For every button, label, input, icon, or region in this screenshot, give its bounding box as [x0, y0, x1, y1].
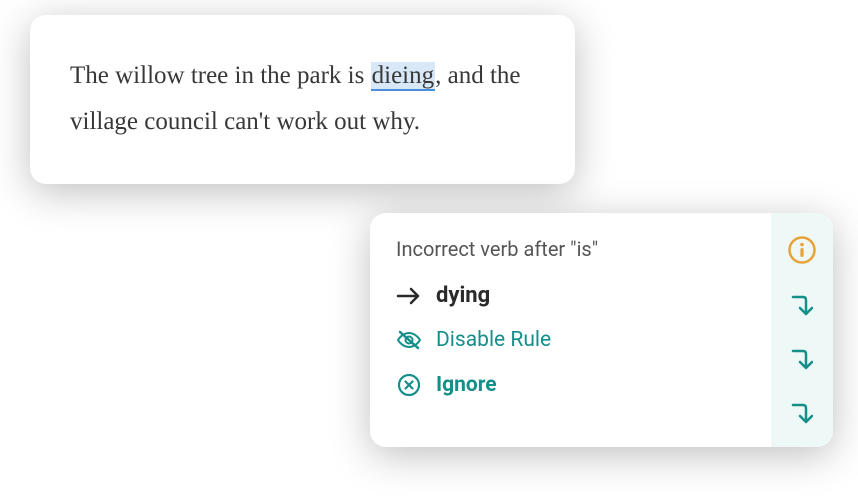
- close-circle-icon: [396, 372, 422, 398]
- text-before-error: The willow tree in the park is: [70, 62, 371, 89]
- grammar-suggestion-popup: Incorrect verb after "is" dying Disable …: [370, 213, 833, 447]
- disable-rule-row[interactable]: Disable Rule: [396, 328, 745, 352]
- ignore-row[interactable]: Ignore: [396, 372, 745, 398]
- suggestion-content: Incorrect verb after "is" dying Disable …: [370, 213, 771, 447]
- dropdown-arrow-icon[interactable]: [789, 347, 815, 373]
- dropdown-arrow-icon[interactable]: [789, 293, 815, 319]
- apply-correction-row[interactable]: dying: [396, 283, 745, 308]
- arrow-right-icon: [396, 286, 422, 306]
- dropdown-arrow-icon[interactable]: [789, 401, 815, 427]
- text-editor-card: The willow tree in the park is dieing, a…: [30, 15, 575, 184]
- error-word-highlight[interactable]: dieing: [371, 62, 436, 91]
- sentence-text: The willow tree in the park is dieing, a…: [70, 53, 535, 146]
- disable-rule-label: Disable Rule: [436, 328, 551, 352]
- suggestion-title: Incorrect verb after "is": [396, 237, 745, 261]
- info-icon[interactable]: [787, 235, 817, 265]
- suggestion-side-rail: [771, 213, 833, 447]
- eye-off-icon: [396, 329, 422, 351]
- correction-text: dying: [436, 283, 490, 308]
- ignore-label: Ignore: [436, 373, 497, 397]
